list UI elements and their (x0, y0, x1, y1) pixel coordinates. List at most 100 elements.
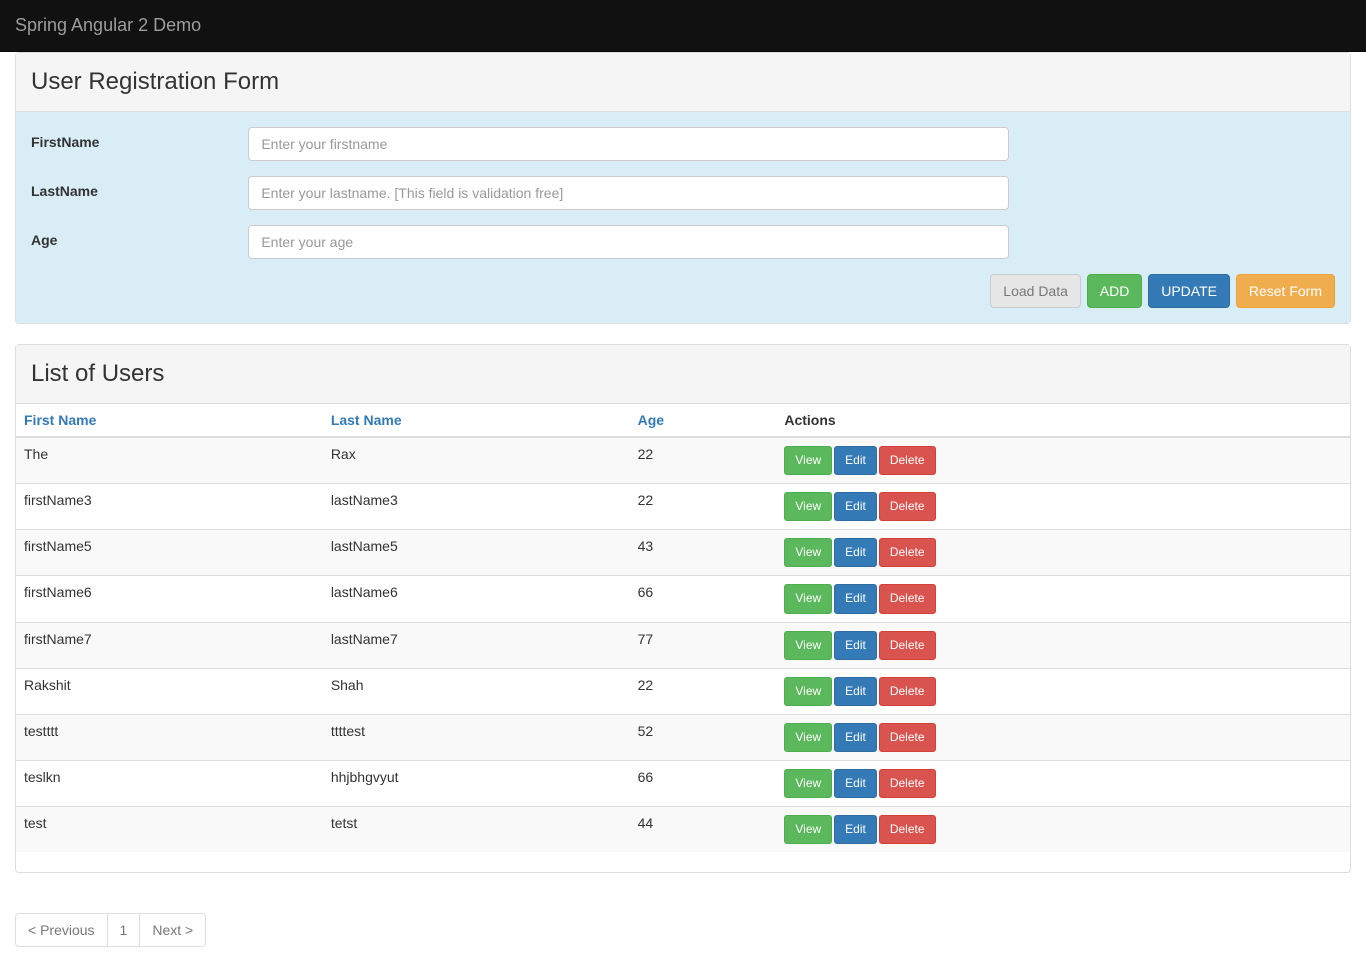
cell-age: 22 (630, 668, 777, 714)
view-button[interactable]: View (784, 584, 832, 613)
delete-button[interactable]: Delete (879, 446, 936, 475)
edit-button[interactable]: Edit (834, 631, 877, 660)
cell-age: 66 (630, 760, 777, 806)
table-row: testtetst44ViewEditDelete (16, 807, 1350, 853)
cell-first-name: The (16, 437, 323, 484)
cell-first-name: testttt (16, 714, 323, 760)
table-row: firstName3lastName322ViewEditDelete (16, 484, 1350, 530)
table-row: firstName6lastName666ViewEditDelete (16, 576, 1350, 622)
delete-button[interactable]: Delete (879, 538, 936, 567)
delete-button[interactable]: Delete (879, 769, 936, 798)
sort-age[interactable]: Age (638, 412, 664, 428)
cell-actions: ViewEditDelete (776, 760, 1350, 806)
users-table: First Name Last Name Age Actions TheRax2… (16, 404, 1350, 852)
table-row: TheRax22ViewEditDelete (16, 437, 1350, 484)
cell-age: 52 (630, 714, 777, 760)
cell-actions: ViewEditDelete (776, 484, 1350, 530)
delete-button[interactable]: Delete (879, 677, 936, 706)
form-title: User Registration Form (31, 68, 1335, 96)
cell-age: 77 (630, 622, 777, 668)
view-button[interactable]: View (784, 677, 832, 706)
table-row: RakshitShah22ViewEditDelete (16, 668, 1350, 714)
first-name-input[interactable] (248, 127, 1009, 161)
first-name-label: FirstName (31, 127, 248, 161)
cell-age: 22 (630, 484, 777, 530)
form-actions: Load Data ADD UPDATE Reset Form (31, 274, 1335, 308)
cell-first-name: firstName7 (16, 622, 323, 668)
sort-last-name[interactable]: Last Name (331, 412, 402, 428)
form-body: FirstName LastName Age Load Data ADD (16, 112, 1350, 323)
cell-age: 66 (630, 576, 777, 622)
delete-button[interactable]: Delete (879, 492, 936, 521)
actions-header: Actions (776, 404, 1350, 437)
age-input[interactable] (248, 225, 1009, 259)
cell-age: 22 (630, 437, 777, 484)
cell-actions: ViewEditDelete (776, 668, 1350, 714)
cell-last-name: lastName6 (323, 576, 630, 622)
delete-button[interactable]: Delete (879, 631, 936, 660)
cell-last-name: Shah (323, 668, 630, 714)
age-label: Age (31, 225, 248, 259)
reset-form-button[interactable]: Reset Form (1236, 274, 1335, 308)
cell-last-name: ttttest (323, 714, 630, 760)
pagination-prev[interactable]: < Previous (15, 913, 108, 947)
view-button[interactable]: View (784, 631, 832, 660)
navbar-brand[interactable]: Spring Angular 2 Demo (15, 15, 201, 35)
update-button[interactable]: UPDATE (1148, 274, 1230, 308)
pagination-next[interactable]: Next > (139, 913, 206, 947)
edit-button[interactable]: Edit (834, 769, 877, 798)
cell-age: 43 (630, 530, 777, 576)
cell-last-name: Rax (323, 437, 630, 484)
last-name-input[interactable] (248, 176, 1009, 210)
sort-first-name[interactable]: First Name (24, 412, 96, 428)
cell-last-name: lastName3 (323, 484, 630, 530)
edit-button[interactable]: Edit (834, 492, 877, 521)
panel-heading: List of Users (16, 345, 1350, 404)
pagination-current[interactable]: 1 (107, 913, 141, 947)
edit-button[interactable]: Edit (834, 538, 877, 567)
cell-first-name: test (16, 807, 323, 853)
delete-button[interactable]: Delete (879, 584, 936, 613)
cell-last-name: lastName5 (323, 530, 630, 576)
user-registration-panel: User Registration Form FirstName LastNam… (15, 52, 1351, 324)
list-title: List of Users (31, 360, 1335, 388)
cell-actions: ViewEditDelete (776, 714, 1350, 760)
view-button[interactable]: View (784, 815, 832, 844)
load-data-button[interactable]: Load Data (990, 274, 1081, 308)
cell-actions: ViewEditDelete (776, 622, 1350, 668)
edit-button[interactable]: Edit (834, 446, 877, 475)
table-row: firstName5lastName543ViewEditDelete (16, 530, 1350, 576)
panel-heading: User Registration Form (16, 53, 1350, 112)
delete-button[interactable]: Delete (879, 723, 936, 752)
navbar: Spring Angular 2 Demo (0, 0, 1366, 52)
add-button[interactable]: ADD (1087, 274, 1143, 308)
list-body: First Name Last Name Age Actions TheRax2… (16, 404, 1350, 852)
view-button[interactable]: View (784, 723, 832, 752)
cell-first-name: Rakshit (16, 668, 323, 714)
edit-button[interactable]: Edit (834, 677, 877, 706)
table-row: testtttttttest52ViewEditDelete (16, 714, 1350, 760)
view-button[interactable]: View (784, 538, 832, 567)
cell-first-name: firstName6 (16, 576, 323, 622)
last-name-label: LastName (31, 176, 248, 210)
cell-first-name: firstName5 (16, 530, 323, 576)
view-button[interactable]: View (784, 492, 832, 521)
edit-button[interactable]: Edit (834, 815, 877, 844)
cell-actions: ViewEditDelete (776, 437, 1350, 484)
edit-button[interactable]: Edit (834, 723, 877, 752)
pagination: < Previous 1 Next > (15, 913, 206, 947)
table-row: teslknhhjbhgvyut66ViewEditDelete (16, 760, 1350, 806)
cell-last-name: tetst (323, 807, 630, 853)
delete-button[interactable]: Delete (879, 815, 936, 844)
cell-last-name: hhjbhgvyut (323, 760, 630, 806)
view-button[interactable]: View (784, 446, 832, 475)
cell-actions: ViewEditDelete (776, 530, 1350, 576)
cell-first-name: teslkn (16, 760, 323, 806)
cell-first-name: firstName3 (16, 484, 323, 530)
view-button[interactable]: View (784, 769, 832, 798)
edit-button[interactable]: Edit (834, 584, 877, 613)
cell-actions: ViewEditDelete (776, 807, 1350, 853)
cell-actions: ViewEditDelete (776, 576, 1350, 622)
cell-last-name: lastName7 (323, 622, 630, 668)
cell-age: 44 (630, 807, 777, 853)
